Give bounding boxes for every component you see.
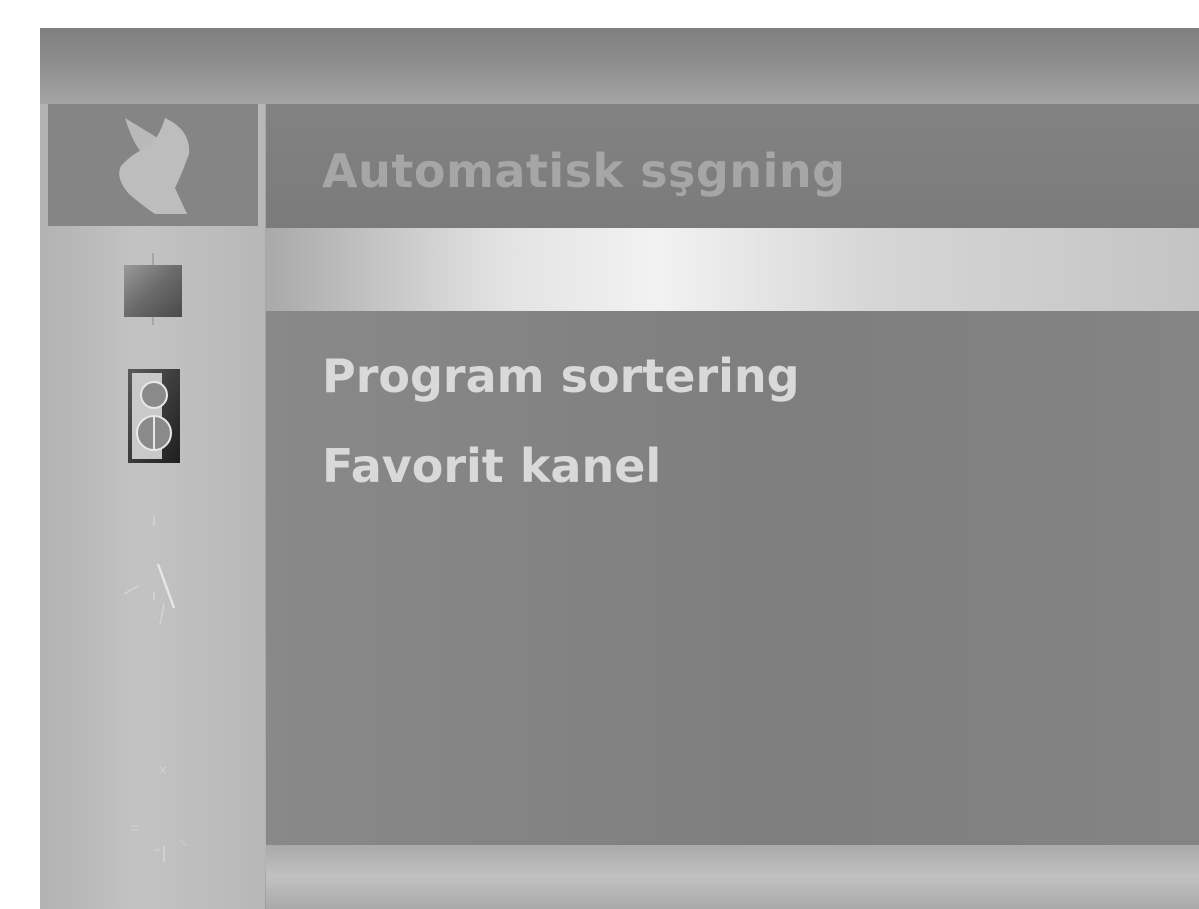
sidebar-item-time[interactable] xyxy=(48,504,258,624)
timer-icon xyxy=(123,516,176,624)
svg-text:×: × xyxy=(158,763,168,777)
satellite-dish-icon xyxy=(119,118,190,214)
menu-title: Automatisk sşgning xyxy=(322,144,846,198)
menu-panel: Automatisk sşgning Program sortering Fav… xyxy=(266,104,1199,845)
menu-header: Automatisk sşgning xyxy=(266,104,1199,228)
picture-icon xyxy=(124,253,182,325)
menu-item-highlighted[interactable] xyxy=(266,228,1199,311)
speaker-icon xyxy=(128,369,180,463)
sidebar-item-picture[interactable] xyxy=(48,244,258,334)
tv-osd-screen: × Automatisk sşgning Program sortering F… xyxy=(40,28,1199,909)
top-bar xyxy=(40,28,1199,104)
category-sidebar: × xyxy=(40,104,265,909)
sidebar-item-option[interactable]: × xyxy=(48,744,258,864)
bottom-bar xyxy=(266,845,1199,909)
menu-item-program-sortering[interactable]: Program sortering xyxy=(322,349,800,403)
sidebar-item-audio[interactable] xyxy=(48,359,258,469)
sidebar-item-setup[interactable] xyxy=(48,104,258,226)
menu-item-favorit-kanel[interactable]: Favorit kanel xyxy=(322,439,661,493)
settings-icon: × xyxy=(130,763,187,862)
